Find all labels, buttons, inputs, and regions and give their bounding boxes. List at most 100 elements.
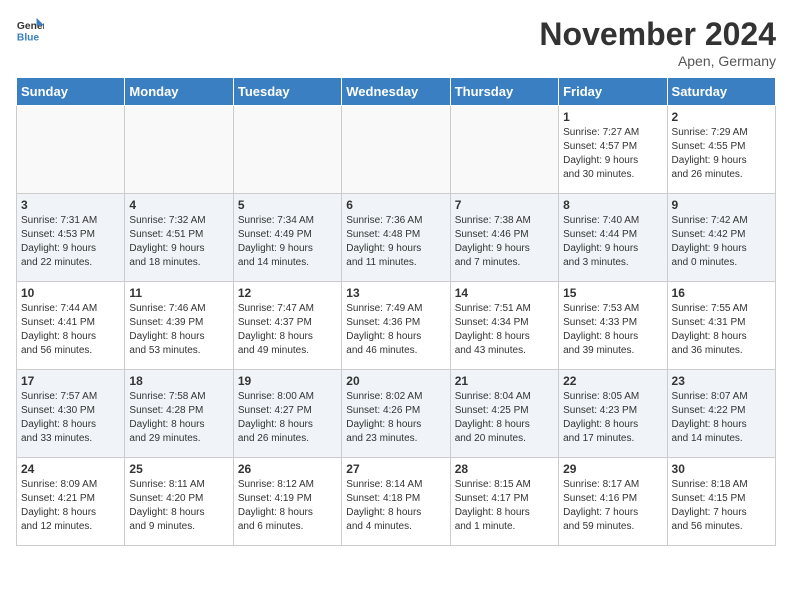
day-number: 26	[238, 462, 337, 476]
day-info: Sunrise: 7:46 AM Sunset: 4:39 PM Dayligh…	[129, 302, 228, 358]
calendar-cell: 7Sunrise: 7:38 AM Sunset: 4:46 PM Daylig…	[450, 194, 558, 282]
day-number: 10	[21, 286, 120, 300]
calendar-cell: 17 Sunrise: 7:57 AM Sunset: 4:30 PM Dayli…	[17, 370, 125, 458]
col-header-monday: Monday	[125, 78, 233, 106]
col-header-thursday: Thursday	[450, 78, 558, 106]
day-number: 16	[672, 286, 771, 300]
calendar-cell: 25 Sunrise: 8:11 AM Sunset: 4:20 PM Dayli…	[125, 458, 233, 546]
calendar-cell: 5Sunrise: 7:34 AM Sunset: 4:49 PM Daylig…	[233, 194, 341, 282]
day-info: Sunrise: 7:27 AM Sunset: 4:57 PM Dayligh…	[563, 126, 662, 182]
calendar-cell: 18 Sunrise: 7:58 AM Sunset: 4:28 PM Dayli…	[125, 370, 233, 458]
calendar-cell: 29Sunrise: 8:17 AM Sunset: 4:16 PM Dayli…	[559, 458, 667, 546]
day-number: 3	[21, 198, 120, 212]
month-title: November 2024	[539, 16, 776, 53]
day-info: Sunrise: 7:31 AM Sunset: 4:53 PM Dayligh…	[21, 214, 120, 270]
day-number: 7	[455, 198, 554, 212]
day-number: 20	[346, 374, 445, 388]
calendar-cell: 20 Sunrise: 8:02 AM Sunset: 4:26 PM Dayli…	[342, 370, 450, 458]
calendar-cell	[450, 106, 558, 194]
week-row-2: 3 Sunrise: 7:31 AM Sunset: 4:53 PM Daylig…	[17, 194, 776, 282]
calendar-cell: 6 Sunrise: 7:36 AM Sunset: 4:48 PM Daylig…	[342, 194, 450, 282]
day-number: 28	[455, 462, 554, 476]
col-header-wednesday: Wednesday	[342, 78, 450, 106]
day-number: 6	[346, 198, 445, 212]
page-header: General Blue November 2024 Apen, Germany	[16, 16, 776, 69]
day-info: Sunrise: 8:04 AM Sunset: 4:25 PM Dayligh…	[455, 390, 554, 446]
day-number: 19	[238, 374, 337, 388]
calendar-cell: 24Sunrise: 8:09 AM Sunset: 4:21 PM Dayli…	[17, 458, 125, 546]
day-info: Sunrise: 8:14 AM Sunset: 4:18 PM Dayligh…	[346, 478, 445, 534]
day-info: Sunrise: 8:12 AM Sunset: 4:19 PM Dayligh…	[238, 478, 337, 534]
day-info: Sunrise: 7:36 AM Sunset: 4:48 PM Dayligh…	[346, 214, 445, 270]
day-info: Sunrise: 8:02 AM Sunset: 4:26 PM Dayligh…	[346, 390, 445, 446]
col-header-friday: Friday	[559, 78, 667, 106]
day-info: Sunrise: 8:15 AM Sunset: 4:17 PM Dayligh…	[455, 478, 554, 534]
day-number: 14	[455, 286, 554, 300]
calendar-cell	[342, 106, 450, 194]
day-number: 22	[563, 374, 662, 388]
day-number: 12	[238, 286, 337, 300]
day-number: 11	[129, 286, 228, 300]
calendar-cell: 13Sunrise: 7:49 AM Sunset: 4:36 PM Dayli…	[342, 282, 450, 370]
calendar-table: SundayMondayTuesdayWednesdayThursdayFrid…	[16, 77, 776, 546]
day-number: 17	[21, 374, 120, 388]
day-number: 15	[563, 286, 662, 300]
calendar-cell: 22 Sunrise: 8:05 AM Sunset: 4:23 PM Dayli…	[559, 370, 667, 458]
calendar-cell: 8 Sunrise: 7:40 AM Sunset: 4:44 PM Daylig…	[559, 194, 667, 282]
svg-text:Blue: Blue	[17, 32, 40, 43]
day-number: 1	[563, 110, 662, 124]
day-number: 9	[672, 198, 771, 212]
day-number: 25	[129, 462, 228, 476]
location: Apen, Germany	[539, 53, 776, 69]
calendar-cell: 30Sunrise: 8:18 AM Sunset: 4:15 PM Dayli…	[667, 458, 775, 546]
calendar-cell: 12 Sunrise: 7:47 AM Sunset: 4:37 PM Dayli…	[233, 282, 341, 370]
day-number: 29	[563, 462, 662, 476]
day-info: Sunrise: 7:42 AM Sunset: 4:42 PM Dayligh…	[672, 214, 771, 270]
day-number: 4	[129, 198, 228, 212]
calendar-cell: 9 Sunrise: 7:42 AM Sunset: 4:42 PM Daylig…	[667, 194, 775, 282]
col-header-sunday: Sunday	[17, 78, 125, 106]
week-row-1: 1 Sunrise: 7:27 AM Sunset: 4:57 PM Daylig…	[17, 106, 776, 194]
calendar-cell	[125, 106, 233, 194]
day-info: Sunrise: 7:57 AM Sunset: 4:30 PM Dayligh…	[21, 390, 120, 446]
day-info: Sunrise: 8:18 AM Sunset: 4:15 PM Dayligh…	[672, 478, 771, 534]
calendar-cell: 23 Sunrise: 8:07 AM Sunset: 4:22 PM Dayli…	[667, 370, 775, 458]
day-info: Sunrise: 7:34 AM Sunset: 4:49 PM Dayligh…	[238, 214, 337, 270]
day-info: Sunrise: 7:51 AM Sunset: 4:34 PM Dayligh…	[455, 302, 554, 358]
day-info: Sunrise: 8:07 AM Sunset: 4:22 PM Dayligh…	[672, 390, 771, 446]
calendar-cell: 21 Sunrise: 8:04 AM Sunset: 4:25 PM Dayli…	[450, 370, 558, 458]
calendar-cell: 19 Sunrise: 8:00 AM Sunset: 4:27 PM Dayli…	[233, 370, 341, 458]
calendar-cell: 16 Sunrise: 7:55 AM Sunset: 4:31 PM Dayli…	[667, 282, 775, 370]
col-header-saturday: Saturday	[667, 78, 775, 106]
logo-icon: General Blue	[16, 16, 44, 44]
week-row-4: 17 Sunrise: 7:57 AM Sunset: 4:30 PM Dayli…	[17, 370, 776, 458]
day-number: 24	[21, 462, 120, 476]
day-number: 13	[346, 286, 445, 300]
day-number: 27	[346, 462, 445, 476]
calendar-cell: 2 Sunrise: 7:29 AM Sunset: 4:55 PM Daylig…	[667, 106, 775, 194]
calendar-cell: 11 Sunrise: 7:46 AM Sunset: 4:39 PM Dayli…	[125, 282, 233, 370]
day-number: 23	[672, 374, 771, 388]
day-info: Sunrise: 8:00 AM Sunset: 4:27 PM Dayligh…	[238, 390, 337, 446]
day-info: Sunrise: 7:55 AM Sunset: 4:31 PM Dayligh…	[672, 302, 771, 358]
calendar-cell	[233, 106, 341, 194]
week-row-3: 10Sunrise: 7:44 AM Sunset: 4:41 PM Dayli…	[17, 282, 776, 370]
day-number: 21	[455, 374, 554, 388]
day-number: 2	[672, 110, 771, 124]
day-info: Sunrise: 7:53 AM Sunset: 4:33 PM Dayligh…	[563, 302, 662, 358]
day-info: Sunrise: 8:11 AM Sunset: 4:20 PM Dayligh…	[129, 478, 228, 534]
calendar-cell: 26 Sunrise: 8:12 AM Sunset: 4:19 PM Dayli…	[233, 458, 341, 546]
day-info: Sunrise: 7:40 AM Sunset: 4:44 PM Dayligh…	[563, 214, 662, 270]
day-info: Sunrise: 7:47 AM Sunset: 4:37 PM Dayligh…	[238, 302, 337, 358]
day-number: 8	[563, 198, 662, 212]
day-number: 18	[129, 374, 228, 388]
day-info: Sunrise: 7:32 AM Sunset: 4:51 PM Dayligh…	[129, 214, 228, 270]
calendar-cell: 10Sunrise: 7:44 AM Sunset: 4:41 PM Dayli…	[17, 282, 125, 370]
calendar-cell: 3 Sunrise: 7:31 AM Sunset: 4:53 PM Daylig…	[17, 194, 125, 282]
day-info: Sunrise: 8:05 AM Sunset: 4:23 PM Dayligh…	[563, 390, 662, 446]
day-info: Sunrise: 7:29 AM Sunset: 4:55 PM Dayligh…	[672, 126, 771, 182]
calendar-cell: 27 Sunrise: 8:14 AM Sunset: 4:18 PM Dayli…	[342, 458, 450, 546]
day-info: Sunrise: 7:58 AM Sunset: 4:28 PM Dayligh…	[129, 390, 228, 446]
calendar-cell	[17, 106, 125, 194]
calendar-cell: 28 Sunrise: 8:15 AM Sunset: 4:17 PM Dayli…	[450, 458, 558, 546]
